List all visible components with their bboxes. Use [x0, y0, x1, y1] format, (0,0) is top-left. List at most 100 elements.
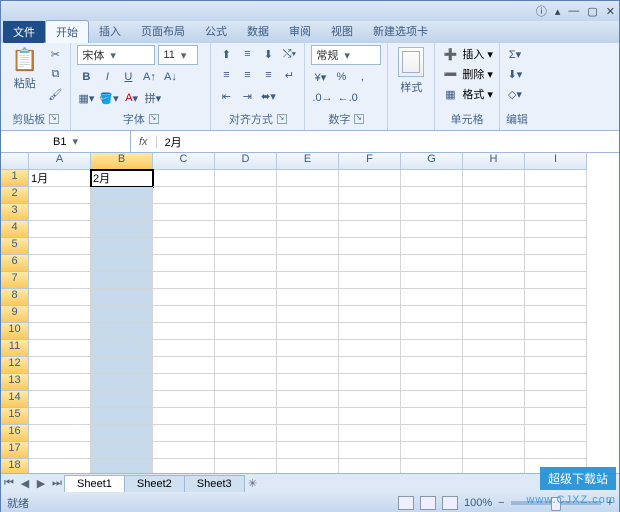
cell-E17[interactable] [277, 442, 339, 459]
font-dialog-icon[interactable] [149, 114, 159, 124]
cell-B12[interactable] [91, 357, 153, 374]
number-dialog-icon[interactable] [354, 114, 364, 124]
row-header-10[interactable]: 10 [1, 323, 29, 340]
fill-color-button[interactable]: 🪣▾ [98, 89, 119, 107]
new-sheet-button[interactable]: ✳ [245, 477, 261, 490]
cell-B14[interactable] [91, 391, 153, 408]
cell-H4[interactable] [463, 221, 525, 238]
cell-F4[interactable] [339, 221, 401, 238]
cell-F13[interactable] [339, 374, 401, 391]
formula-input[interactable]: 2月 [157, 134, 190, 150]
cell-H5[interactable] [463, 238, 525, 255]
cell-D15[interactable] [215, 408, 277, 425]
cell-H2[interactable] [463, 187, 525, 204]
cell-H9[interactable] [463, 306, 525, 323]
tab-5[interactable]: 审阅 [279, 20, 321, 43]
cell-H16[interactable] [463, 425, 525, 442]
sheet-tab-Sheet2[interactable]: Sheet2 [124, 475, 185, 492]
indent-increase-button[interactable]: ⇥ [238, 87, 256, 105]
cell-F14[interactable] [339, 391, 401, 408]
merge-button[interactable]: ⬌▾ [259, 87, 277, 105]
cell-G18[interactable] [401, 459, 463, 473]
indent-decrease-button[interactable]: ⇤ [217, 87, 235, 105]
align-top-button[interactable]: ⬆ [217, 45, 235, 63]
col-header-G[interactable]: G [401, 153, 463, 170]
clipboard-dialog-icon[interactable] [49, 114, 59, 124]
cell-A18[interactable] [29, 459, 91, 473]
cell-F5[interactable] [339, 238, 401, 255]
tab-3[interactable]: 公式 [195, 20, 237, 43]
name-box[interactable]: B1▾ [1, 131, 131, 152]
cell-H15[interactable] [463, 408, 525, 425]
row-header-4[interactable]: 4 [1, 221, 29, 238]
row-header-17[interactable]: 17 [1, 442, 29, 459]
cell-B11[interactable] [91, 340, 153, 357]
italic-button[interactable]: I [98, 68, 116, 86]
align-center-button[interactable]: ≡ [238, 66, 256, 84]
cell-C17[interactable] [153, 442, 215, 459]
cell-A9[interactable] [29, 306, 91, 323]
tab-2[interactable]: 页面布局 [131, 20, 195, 43]
increase-decimal-button[interactable]: .0→ [311, 89, 333, 107]
cell-F6[interactable] [339, 255, 401, 272]
row-header-8[interactable]: 8 [1, 289, 29, 306]
cell-A8[interactable] [29, 289, 91, 306]
cell-E12[interactable] [277, 357, 339, 374]
cell-E15[interactable] [277, 408, 339, 425]
row-header-6[interactable]: 6 [1, 255, 29, 272]
cell-C8[interactable] [153, 289, 215, 306]
cell-H1[interactable] [463, 170, 525, 187]
cell-H8[interactable] [463, 289, 525, 306]
row-header-16[interactable]: 16 [1, 425, 29, 442]
currency-button[interactable]: ¥▾ [311, 68, 329, 86]
cell-G15[interactable] [401, 408, 463, 425]
cell-G3[interactable] [401, 204, 463, 221]
col-header-A[interactable]: A [29, 153, 91, 170]
cell-E8[interactable] [277, 289, 339, 306]
col-header-E[interactable]: E [277, 153, 339, 170]
cell-E7[interactable] [277, 272, 339, 289]
cell-B18[interactable] [91, 459, 153, 473]
cell-G7[interactable] [401, 272, 463, 289]
cell-D8[interactable] [215, 289, 277, 306]
align-right-button[interactable]: ≡ [259, 66, 277, 84]
decrease-font-button[interactable]: A↓ [161, 68, 179, 86]
cell-F2[interactable] [339, 187, 401, 204]
cell-D4[interactable] [215, 221, 277, 238]
cell-F1[interactable] [339, 170, 401, 187]
cell-E16[interactable] [277, 425, 339, 442]
cell-B3[interactable] [91, 204, 153, 221]
align-left-button[interactable]: ≡ [217, 66, 235, 84]
cell-I8[interactable] [525, 289, 587, 306]
percent-button[interactable]: % [332, 68, 350, 86]
cell-G12[interactable] [401, 357, 463, 374]
cell-I13[interactable] [525, 374, 587, 391]
cell-E6[interactable] [277, 255, 339, 272]
cell-H14[interactable] [463, 391, 525, 408]
cell-D10[interactable] [215, 323, 277, 340]
cell-B13[interactable] [91, 374, 153, 391]
cell-H18[interactable] [463, 459, 525, 473]
cell-G11[interactable] [401, 340, 463, 357]
cell-I11[interactable] [525, 340, 587, 357]
fill-button[interactable]: ⬇▾ [506, 65, 524, 83]
cell-C10[interactable] [153, 323, 215, 340]
cell-D11[interactable] [215, 340, 277, 357]
clear-button[interactable]: ◇▾ [506, 85, 524, 103]
maximize-icon[interactable]: ▢ [587, 5, 597, 18]
cell-C4[interactable] [153, 221, 215, 238]
cell-A2[interactable] [29, 187, 91, 204]
cell-E11[interactable] [277, 340, 339, 357]
phonetic-button[interactable]: 拼▾ [144, 89, 163, 107]
cell-I14[interactable] [525, 391, 587, 408]
select-all-corner[interactable] [1, 153, 29, 170]
cell-H6[interactable] [463, 255, 525, 272]
cell-H10[interactable] [463, 323, 525, 340]
cell-G2[interactable] [401, 187, 463, 204]
cell-C16[interactable] [153, 425, 215, 442]
cell-B4[interactable] [91, 221, 153, 238]
tab-0[interactable]: 开始 [45, 20, 89, 43]
cell-A10[interactable] [29, 323, 91, 340]
minimize-ribbon-icon[interactable]: ▴ [555, 5, 561, 18]
zoom-out-button[interactable]: − [498, 497, 504, 509]
